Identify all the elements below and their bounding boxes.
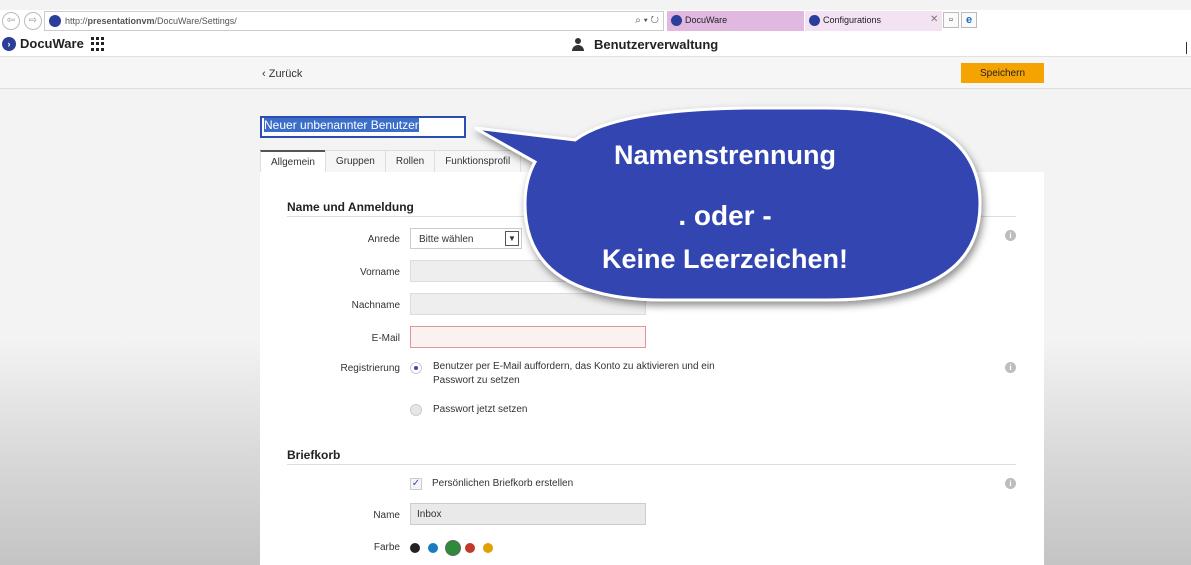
registrierung-label: Registrierung <box>340 363 400 374</box>
color-swatch[interactable] <box>428 543 438 553</box>
user-name-text: Neuer unbenannter Benutzer <box>264 118 419 132</box>
site-favicon-icon <box>49 15 61 27</box>
toolbar: ‹ Zurück Speichern <box>0 57 1191 89</box>
tab-allgemein[interactable]: Allgemein <box>260 150 326 172</box>
page-title: Benutzerverwaltung <box>572 37 718 52</box>
url-text: http://presentationvm/DocuWare/Settings/ <box>65 16 237 26</box>
nachname-label: Nachname <box>351 300 400 311</box>
docuware-logo-icon: › <box>2 36 16 51</box>
browser-tab-label: Configurations <box>823 15 882 25</box>
color-swatch[interactable] <box>465 543 475 553</box>
briefkorb-checkbox-label: Persönlichen Briefkorb erstellen <box>432 478 574 489</box>
anrede-label: Anrede <box>367 234 400 245</box>
browser-tab-docuware[interactable]: DocuWare <box>667 11 804 31</box>
window-edge <box>1186 42 1187 54</box>
docuware-favicon-icon <box>809 15 820 26</box>
radio-set-password[interactable] <box>410 404 422 416</box>
email-label: E-Mail <box>371 333 400 344</box>
section-title-name-login: Name und Anmeldung <box>287 200 414 214</box>
user-icon <box>572 38 586 51</box>
vorname-label: Vorname <box>359 267 400 278</box>
address-bar[interactable]: http://presentationvm/DocuWare/Settings/… <box>44 11 664 31</box>
browser-tab-label: DocuWare <box>685 15 728 25</box>
info-icon[interactable]: i <box>1005 478 1016 489</box>
tab-gruppen[interactable]: Gruppen <box>324 150 386 172</box>
annotation-line-3: Keine Leerzeichen! <box>601 244 849 274</box>
back-link[interactable]: ‹ Zurück <box>262 68 302 80</box>
farbe-label: Farbe <box>373 542 400 553</box>
edge-icon[interactable]: e <box>961 12 977 28</box>
new-tab-icon[interactable]: ▫ <box>943 12 959 28</box>
info-icon[interactable]: i <box>1005 362 1016 373</box>
logo-text: DocuWare <box>20 36 84 51</box>
section-title-briefkorb: Briefkorb <box>287 448 341 462</box>
apps-grid-icon[interactable] <box>91 37 105 51</box>
annotation-line-2: . oder - <box>678 200 772 231</box>
user-name-input[interactable]: Neuer unbenannter Benutzer <box>260 116 466 138</box>
option-password-text: Passwort jetzt setzen <box>433 404 528 415</box>
page-title-text: Benutzerverwaltung <box>594 37 719 52</box>
info-icon[interactable]: i <box>1005 230 1016 241</box>
briefkorb-checkbox[interactable]: ✓ <box>410 478 422 490</box>
check-icon: ✓ <box>411 478 421 489</box>
forward-arrow-icon[interactable]: ⇨ <box>24 12 42 30</box>
color-swatch[interactable] <box>410 543 420 553</box>
annotation-bubble: Namenstrennung . oder - Keine Leerzeiche… <box>440 100 1000 315</box>
back-arrow-icon[interactable]: ⇦ <box>2 12 20 30</box>
browser-tab-configurations[interactable]: Configurations <box>805 11 942 31</box>
briefkorb-name-label: Name <box>373 510 400 521</box>
section-divider <box>287 464 1016 465</box>
close-tab-icon[interactable]: ✕ <box>930 14 938 25</box>
browser-bar: ⇦ ⇨ http://presentationvm/DocuWare/Setti… <box>0 10 1191 32</box>
app-header: › DocuWare Benutzerverwaltung <box>0 32 1191 57</box>
search-refresh-icons[interactable]: ⌕ ▾ ↻ <box>635 15 659 26</box>
docuware-logo[interactable]: › DocuWare <box>2 36 84 51</box>
email-field[interactable] <box>410 326 646 348</box>
radio-email-invite[interactable] <box>410 362 422 374</box>
briefkorb-name-field[interactable]: Inbox <box>410 503 646 525</box>
option-email-text: Benutzer per E-Mail auffordern, das Kont… <box>433 361 715 386</box>
color-swatch[interactable] <box>483 543 493 553</box>
docuware-favicon-icon <box>671 15 682 26</box>
annotation-line-1: Namenstrennung <box>613 140 837 170</box>
save-button[interactable]: Speichern <box>961 63 1044 83</box>
tab-rollen[interactable]: Rollen <box>384 150 436 172</box>
color-swatch[interactable] <box>446 541 460 555</box>
